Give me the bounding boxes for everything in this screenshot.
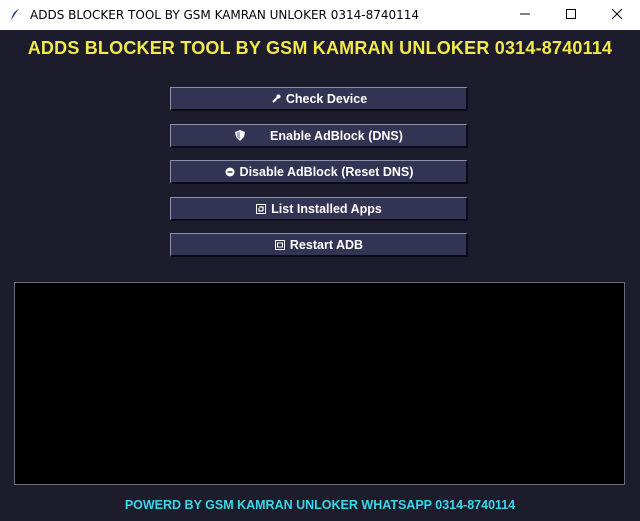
minimize-icon [520,6,530,24]
wrench-icon [270,93,282,105]
close-icon [611,6,623,24]
enable-adblock-button[interactable]: Enable AdBlock (DNS) [170,124,468,148]
disable-adblock-button[interactable]: Disable AdBlock (Reset DNS) [170,160,468,184]
shield-icon [234,130,246,142]
restart-adb-label: Restart ADB [289,237,364,252]
title-bar[interactable]: ADDS BLOCKER TOOL BY GSM KAMRAN UNLOKER … [0,0,640,30]
app-header-title: ADDS BLOCKER TOOL BY GSM KAMRAN UNLOKER … [27,38,613,58]
restart-icon [274,239,286,251]
close-button[interactable] [594,0,640,30]
footer-credit: POWERD BY GSM KAMRAN UNLOKER WHATSAPP 03… [124,498,516,512]
window-title: ADDS BLOCKER TOOL BY GSM KAMRAN UNLOKER … [30,8,420,22]
apps-icon [255,203,267,215]
minimize-button[interactable] [502,0,548,30]
check-device-button[interactable]: Check Device [170,87,468,111]
disable-adblock-label: Disable AdBlock (Reset DNS) [239,164,414,179]
window-controls [502,0,640,30]
maximize-icon [566,6,576,24]
list-installed-apps-button[interactable]: List Installed Apps [170,197,468,221]
log-output[interactable] [14,282,625,485]
list-installed-apps-label: List Installed Apps [271,201,382,216]
app-window: ADDS BLOCKER TOOL BY GSM KAMRAN UNLOKER … [0,0,640,521]
feather-icon [8,8,22,22]
reset-icon [224,166,236,178]
maximize-button[interactable] [548,0,594,30]
restart-adb-button[interactable]: Restart ADB [170,233,468,257]
enable-adblock-label: Enable AdBlock (DNS) [270,128,403,143]
check-device-label: Check Device [285,91,368,106]
